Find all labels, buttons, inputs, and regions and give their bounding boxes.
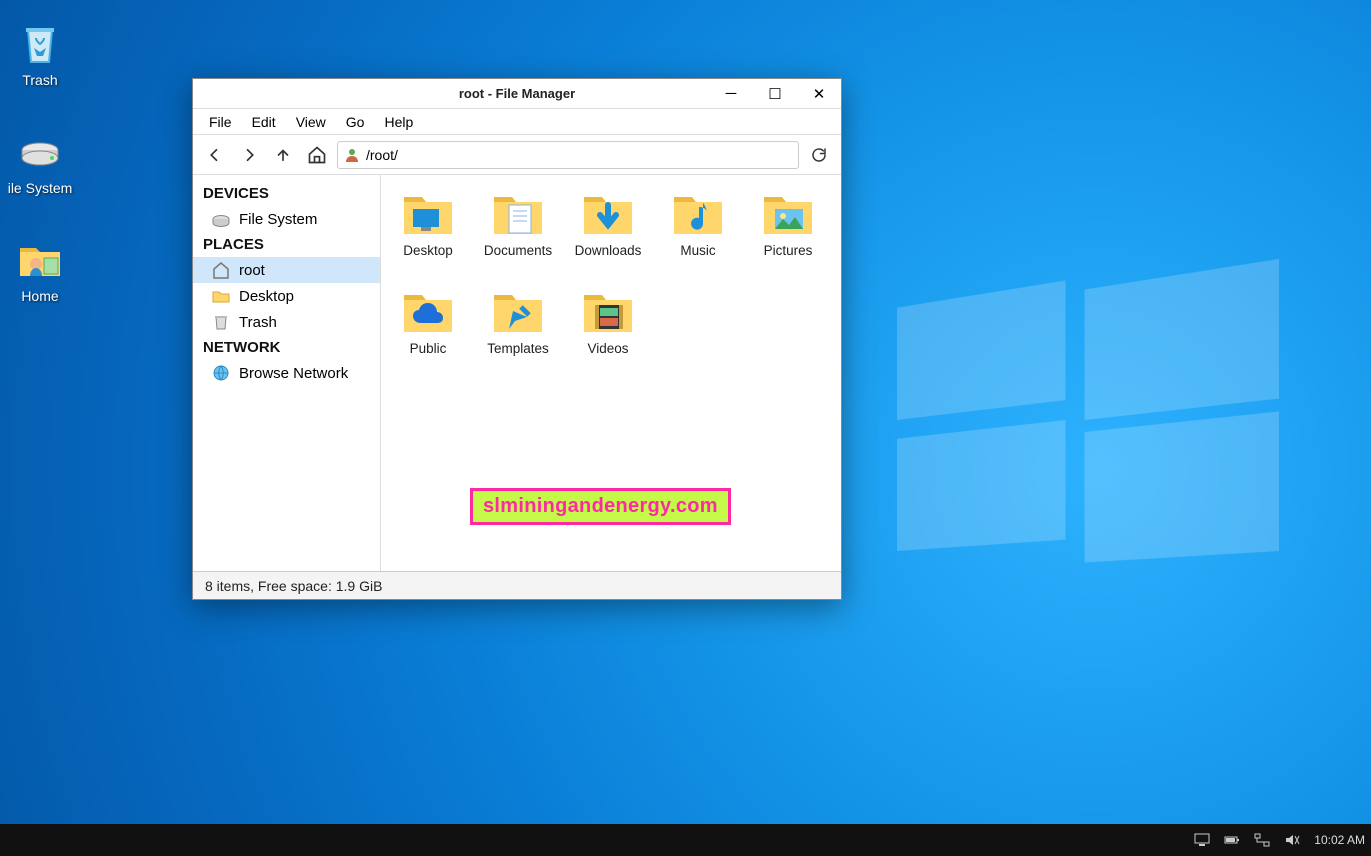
path-text: /root/: [366, 147, 398, 163]
tray-volume-icon[interactable]: [1284, 832, 1300, 848]
folder-videos[interactable]: Videos: [567, 283, 649, 377]
menu-go[interactable]: Go: [338, 112, 373, 132]
network-icon: [211, 363, 231, 383]
folder-label: Templates: [477, 341, 559, 356]
folder-desktop[interactable]: Desktop: [387, 185, 469, 279]
toolbar: /root/: [193, 135, 841, 175]
menubar: File Edit View Go Help: [193, 109, 841, 135]
menu-edit[interactable]: Edit: [244, 112, 284, 132]
path-bar[interactable]: /root/: [337, 141, 799, 169]
forward-button[interactable]: [235, 141, 263, 169]
menu-view[interactable]: View: [288, 112, 334, 132]
close-button[interactable]: ✕: [797, 79, 841, 108]
sidebar-item-label: Desktop: [239, 288, 294, 305]
trash-icon: [211, 312, 231, 332]
desktop-icon-trash[interactable]: Trash: [0, 20, 80, 88]
sidebar: DEVICES File System PLACES root Desktop …: [193, 175, 381, 571]
home-button[interactable]: [303, 141, 331, 169]
tray-network-icon[interactable]: [1254, 832, 1270, 848]
wallpaper-windows-logo: [897, 280, 1279, 559]
up-button[interactable]: [269, 141, 297, 169]
menu-file[interactable]: File: [201, 112, 240, 132]
folder-label: Desktop: [387, 243, 469, 258]
maximize-button[interactable]: ☐: [753, 79, 797, 108]
folder-icon: [671, 189, 725, 239]
folder-icon: [581, 189, 635, 239]
drive-icon: [16, 128, 64, 176]
folder-documents[interactable]: Documents: [477, 185, 559, 279]
folder-icon: [491, 189, 545, 239]
taskbar[interactable]: 10:02 AM: [0, 824, 1371, 856]
sidebar-item-browse-network[interactable]: Browse Network: [193, 360, 380, 386]
folder-templates[interactable]: Templates: [477, 283, 559, 377]
folder-icon: [401, 189, 455, 239]
status-text: 8 items, Free space: 1.9 GiB: [205, 578, 382, 594]
sidebar-item-filesystem[interactable]: File System: [193, 206, 380, 232]
folder-label: Music: [657, 243, 739, 258]
folder-label: Public: [387, 341, 469, 356]
tray-clock[interactable]: 10:02 AM: [1314, 833, 1365, 847]
menu-help[interactable]: Help: [376, 112, 421, 132]
folder-downloads[interactable]: Downloads: [567, 185, 649, 279]
folder-pictures[interactable]: Pictures: [747, 185, 829, 279]
folder-label: Videos: [567, 341, 649, 356]
sidebar-section-devices: DEVICES: [193, 181, 380, 206]
sidebar-item-trash[interactable]: Trash: [193, 309, 380, 335]
desktop-icon-home[interactable]: Home: [0, 236, 80, 304]
user-home-icon: [344, 147, 360, 163]
desktop-icon-label: Home: [0, 288, 80, 304]
sidebar-item-label: Browse Network: [239, 365, 348, 382]
sidebar-item-desktop[interactable]: Desktop: [193, 283, 380, 309]
recycle-bin-icon: [16, 20, 64, 68]
folder-icon: [401, 287, 455, 337]
back-button[interactable]: [201, 141, 229, 169]
status-bar: 8 items, Free space: 1.9 GiB: [193, 571, 841, 599]
drive-icon: [211, 209, 231, 229]
folder-label: Downloads: [567, 243, 649, 258]
desktop-icon-label: ile System: [0, 180, 80, 196]
sidebar-item-root[interactable]: root: [193, 257, 380, 283]
folder-music[interactable]: Music: [657, 185, 739, 279]
titlebar[interactable]: root - File Manager ─ ☐ ✕: [193, 79, 841, 109]
home-icon: [211, 260, 231, 280]
folder-label: Documents: [477, 243, 559, 258]
home-folder-icon: [16, 236, 64, 284]
sidebar-item-label: root: [239, 262, 265, 279]
folder-label: Pictures: [747, 243, 829, 258]
desktop-icon-label: Trash: [0, 72, 80, 88]
sidebar-item-label: File System: [239, 211, 317, 228]
window-title: root - File Manager: [459, 86, 575, 101]
sidebar-section-network: NETWORK: [193, 335, 380, 360]
folder-icon: [581, 287, 635, 337]
sidebar-item-label: Trash: [239, 314, 277, 331]
folder-icon: [761, 189, 815, 239]
folder-icon: [211, 286, 231, 306]
folder-public[interactable]: Public: [387, 283, 469, 377]
desktop-icon-filesystem[interactable]: ile System: [0, 128, 80, 196]
sidebar-section-places: PLACES: [193, 232, 380, 257]
folder-icon: [491, 287, 545, 337]
watermark-overlay: slminingandenergy.com: [470, 488, 731, 525]
minimize-button[interactable]: ─: [709, 79, 753, 108]
reload-button[interactable]: [805, 141, 833, 169]
tray-monitor-icon[interactable]: [1194, 832, 1210, 848]
tray-battery-icon[interactable]: [1224, 832, 1240, 848]
